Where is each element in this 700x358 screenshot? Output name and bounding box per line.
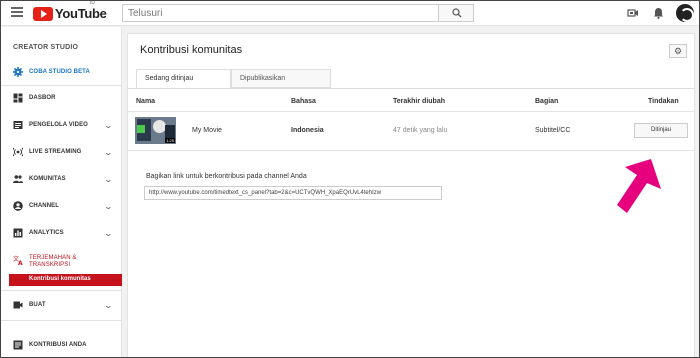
sidebar-item-coba-studio-beta[interactable]: COBA STUDIO BETA <box>1 62 122 82</box>
column-header-nama: Nama <box>136 98 156 105</box>
chevron-down-icon: ⌄ <box>103 300 114 310</box>
share-link-field[interactable]: http://www.youtube.com/timedtext_cs_pane… <box>144 186 442 200</box>
column-header-bagian: Bagian <box>535 98 559 105</box>
section-cell: Subtitel/CC <box>535 127 571 134</box>
chevron-down-icon: ⌄ <box>103 147 114 157</box>
bell-icon[interactable] <box>653 7 664 19</box>
divider <box>1 85 122 86</box>
dashboard-icon <box>13 93 23 103</box>
column-header-terakhir-diubah: Terakhir diubah <box>393 98 445 105</box>
sidebar-item-analytics[interactable]: ANALYTICS ⌄ <box>1 223 122 243</box>
divider <box>1 320 122 321</box>
modified-cell: 47 detik yang lalu <box>393 127 448 134</box>
share-link-url: http://www.youtube.com/timedtext_cs_pane… <box>149 190 382 196</box>
sidebar-item-live-streaming[interactable]: LIVE STREAMING ⌄ <box>1 142 122 162</box>
thumbnail-duration: 1:25 <box>165 138 175 143</box>
sidebar-item-terjemahan[interactable]: 文A TERJEMAHAN & TRANSKRIPSI <box>1 250 122 274</box>
live-icon <box>13 147 23 157</box>
header-divider <box>128 111 694 112</box>
sidebar-item-label: KONTRIBUSI ANDA <box>29 342 87 348</box>
sidebar-subitem-kontribusi-komunitas[interactable]: Kontribusi komunitas <box>9 274 122 286</box>
sidebar-item-label-line2: TRANSKRIPSI <box>29 262 71 268</box>
chevron-down-icon: ⌄ <box>103 120 114 130</box>
person-icon <box>13 201 23 211</box>
sidebar-subitem-label: Kontribusi komunitas <box>29 276 91 282</box>
row-divider <box>128 150 694 151</box>
search-button[interactable] <box>438 4 474 22</box>
search-placeholder: Telusuri <box>128 8 163 19</box>
sidebar-item-label: PENGELOLA VIDEO <box>29 122 88 128</box>
sidebar-item-kontribusi-anda[interactable]: KONTRIBUSI ANDA <box>1 335 122 355</box>
gear-icon <box>13 67 23 77</box>
app-frame: YouTube ID Telusuri CREATOR STUDIO COBA … <box>0 0 700 358</box>
sidebar-item-komunitas[interactable]: KOMUNITAS ⌄ <box>1 169 122 189</box>
review-button[interactable]: Ditinjau <box>634 123 688 138</box>
sidebar-item-label: DASBOR <box>29 95 56 101</box>
column-header-tindakan: Tindakan <box>648 98 679 105</box>
gear-icon: ⚙ <box>673 46 683 56</box>
sidebar-item-label: BUAT <box>29 302 46 308</box>
sidebar-item-pengelola-video[interactable]: PENGELOLA VIDEO ⌄ <box>1 115 122 135</box>
page-title: Kontribusi komunitas <box>140 44 243 56</box>
logo-region: ID <box>90 0 95 6</box>
tab-sedang-ditinjau[interactable]: Sedang ditinjau <box>136 69 231 88</box>
sidebar-item-label: COBA STUDIO BETA <box>29 69 90 75</box>
review-button-label: Ditinjau <box>650 127 671 133</box>
sidebar-item-label: ANALYTICS <box>29 230 64 236</box>
logo-text: YouTube <box>55 6 107 21</box>
video-title[interactable]: My Movie <box>192 127 222 134</box>
sidebar-item-label: CHANNEL <box>29 203 60 209</box>
sidebar-item-dasbor[interactable]: DASBOR <box>1 88 122 108</box>
tab-dipublikasikan[interactable]: Dipublikasikan <box>231 69 331 88</box>
video-manager-icon <box>13 121 23 129</box>
annotation-arrow-icon <box>617 159 661 213</box>
sidebar-item-label: LIVE STREAMING <box>29 149 82 155</box>
sidebar-title: CREATOR STUDIO <box>13 44 79 51</box>
youtube-logo[interactable]: YouTube <box>33 6 107 21</box>
search-input[interactable]: Telusuri <box>122 4 439 22</box>
people-icon <box>13 175 23 183</box>
tab-label: Sedang ditinjau <box>145 75 194 82</box>
svg-text:A: A <box>18 260 23 265</box>
chevron-down-icon: ⌄ <box>103 201 114 211</box>
main-panel: Kontribusi komunitas ⚙ Sedang ditinjau D… <box>127 33 695 357</box>
sidebar-item-channel[interactable]: CHANNEL ⌄ <box>1 196 122 216</box>
chevron-down-icon: ⌄ <box>103 228 114 238</box>
language-cell: Indonesia <box>291 127 324 134</box>
sidebar-item-buat[interactable]: BUAT ⌄ <box>1 295 122 315</box>
menu-icon[interactable] <box>11 7 23 19</box>
sidebar-item-label: TERJEMAHAN & <box>29 255 77 261</box>
search-icon <box>452 8 462 18</box>
top-bar: YouTube ID Telusuri <box>1 1 699 26</box>
video-thumbnail[interactable]: 1:25 <box>135 117 176 144</box>
tab-divider <box>128 88 694 89</box>
contribute-icon <box>13 340 23 350</box>
chevron-down-icon: ⌄ <box>103 174 114 184</box>
video-camera-icon[interactable] <box>627 7 639 19</box>
create-icon <box>13 301 23 309</box>
avatar[interactable] <box>676 4 694 22</box>
sidebar-item-label: KOMUNITAS <box>29 176 66 182</box>
sidebar: CREATOR STUDIO COBA STUDIO BETA DASBOR P… <box>1 27 122 357</box>
share-link-label: Bagikan link untuk berkontribusi pada ch… <box>146 173 307 180</box>
tab-label: Dipublikasikan <box>240 75 286 82</box>
youtube-play-icon <box>33 6 53 21</box>
divider <box>1 290 122 291</box>
chart-icon <box>13 228 23 238</box>
column-header-bahasa: Bahasa <box>291 98 316 105</box>
settings-button[interactable]: ⚙ <box>669 44 687 58</box>
translate-icon: 文A <box>13 255 23 265</box>
